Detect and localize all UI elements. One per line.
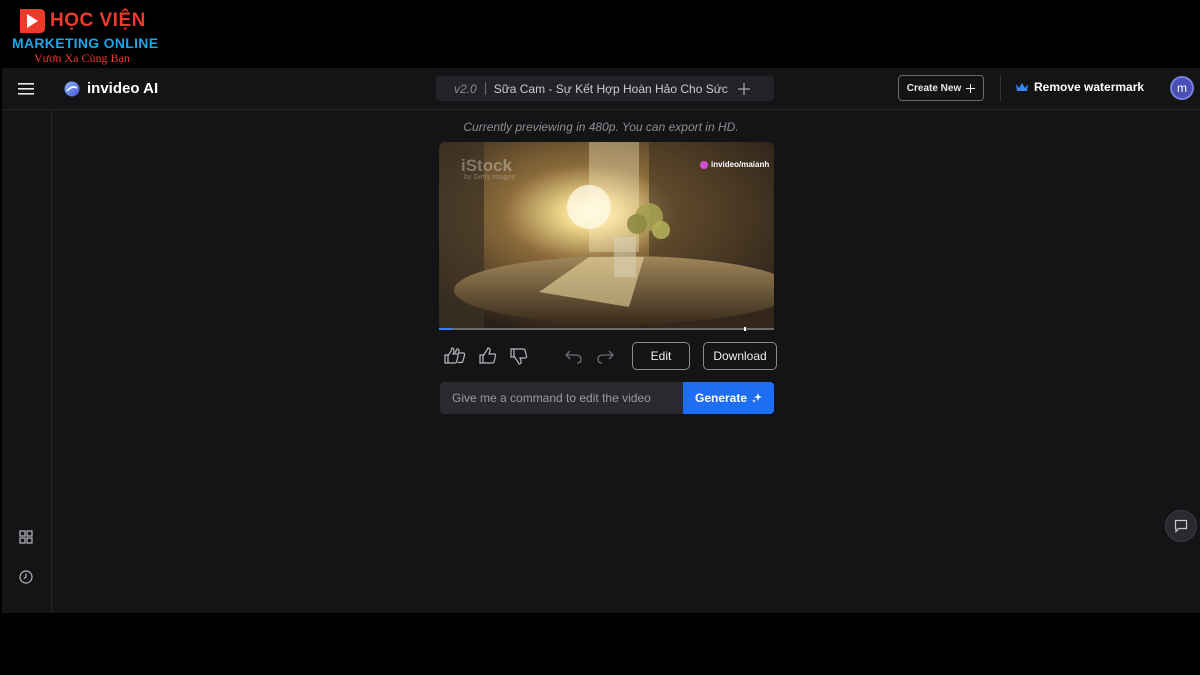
- redo-button[interactable]: [594, 345, 616, 367]
- version-divider: [484, 82, 486, 95]
- video-progress-bar[interactable]: [439, 327, 774, 331]
- plus-icon: [966, 83, 976, 93]
- crown-icon: [1016, 83, 1028, 91]
- app-window: invideo AI v2.0 Sữa Cam - Sự Kết Hợp Hoà…: [2, 68, 1200, 613]
- menu-button[interactable]: [14, 79, 38, 99]
- history-clock-icon[interactable]: [18, 569, 34, 585]
- remove-watermark-label: Remove watermark: [1034, 80, 1145, 94]
- thumbs-up-icon: [479, 347, 497, 364]
- double-thumbs-up-icon: [444, 347, 466, 364]
- header-divider: [1000, 76, 1001, 102]
- command-input[interactable]: [440, 382, 683, 414]
- invideo-watermark: invideo/maianh: [700, 160, 769, 169]
- project-title[interactable]: Sữa Cam - Sự Kết Hợp Hoàn Hảo Cho Sức Kh: [494, 82, 730, 96]
- thumbs-up-button[interactable]: [477, 345, 499, 367]
- create-new-label: Create New: [906, 82, 962, 94]
- remove-watermark-button[interactable]: Remove watermark: [1016, 80, 1144, 94]
- double-thumbs-up-button[interactable]: [444, 345, 466, 367]
- version-label: v2.0: [454, 81, 477, 96]
- play-logo-icon: [20, 9, 45, 33]
- top-bar: invideo AI v2.0 Sữa Cam - Sự Kết Hợp Hoà…: [2, 68, 1200, 110]
- invideo-watermark-label: invideo/maianh: [711, 160, 770, 169]
- video-progress-fill: [439, 328, 453, 330]
- video-progress-handle[interactable]: [743, 327, 746, 331]
- sparkle-icon: [752, 393, 763, 403]
- download-button[interactable]: Download: [703, 342, 777, 370]
- thumbs-down-icon: [510, 348, 528, 365]
- undo-icon: [565, 350, 582, 364]
- redo-icon: [597, 350, 614, 364]
- menu-icon: [18, 83, 34, 95]
- preview-quality-note: Currently previewing in 480p. You can ex…: [463, 120, 739, 134]
- brand-line1: HỌC VIỆN: [50, 10, 146, 31]
- brand-row: HỌC VIỆN: [18, 8, 146, 34]
- project-title-bar[interactable]: v2.0 Sữa Cam - Sự Kết Hợp Hoàn Hảo Cho S…: [436, 76, 774, 101]
- app-name: invideo AI: [87, 80, 159, 97]
- app-logo[interactable]: invideo AI: [64, 80, 158, 97]
- brand-line2: MARKETING ONLINE: [12, 35, 159, 51]
- brand-overlay-logo: HỌC VIỆN MARKETING ONLINE Vươn Xa Cùng B…: [10, 2, 160, 66]
- thumbs-down-button[interactable]: [508, 345, 530, 367]
- invideo-logo-icon: [64, 81, 80, 96]
- command-bar: Generate: [440, 382, 774, 414]
- edit-button[interactable]: Edit: [632, 342, 690, 370]
- generate-button[interactable]: Generate: [683, 382, 774, 414]
- chat-support-button[interactable]: [1165, 510, 1197, 542]
- stock-watermark-sub: by Getty Images: [464, 174, 515, 181]
- brand-slogan: Vươn Xa Cùng Bạn: [34, 51, 130, 65]
- create-new-button[interactable]: Create New: [898, 75, 984, 101]
- grid-icon[interactable]: [18, 529, 34, 545]
- undo-button[interactable]: [563, 345, 585, 367]
- stock-watermark: iStock: [461, 156, 513, 175]
- chat-icon: [1174, 519, 1188, 533]
- plus-icon[interactable]: [737, 82, 750, 95]
- user-avatar[interactable]: m: [1170, 76, 1194, 100]
- invideo-dot-icon: [700, 160, 708, 169]
- left-sidebar: [2, 111, 52, 613]
- generate-label: Generate: [694, 391, 748, 405]
